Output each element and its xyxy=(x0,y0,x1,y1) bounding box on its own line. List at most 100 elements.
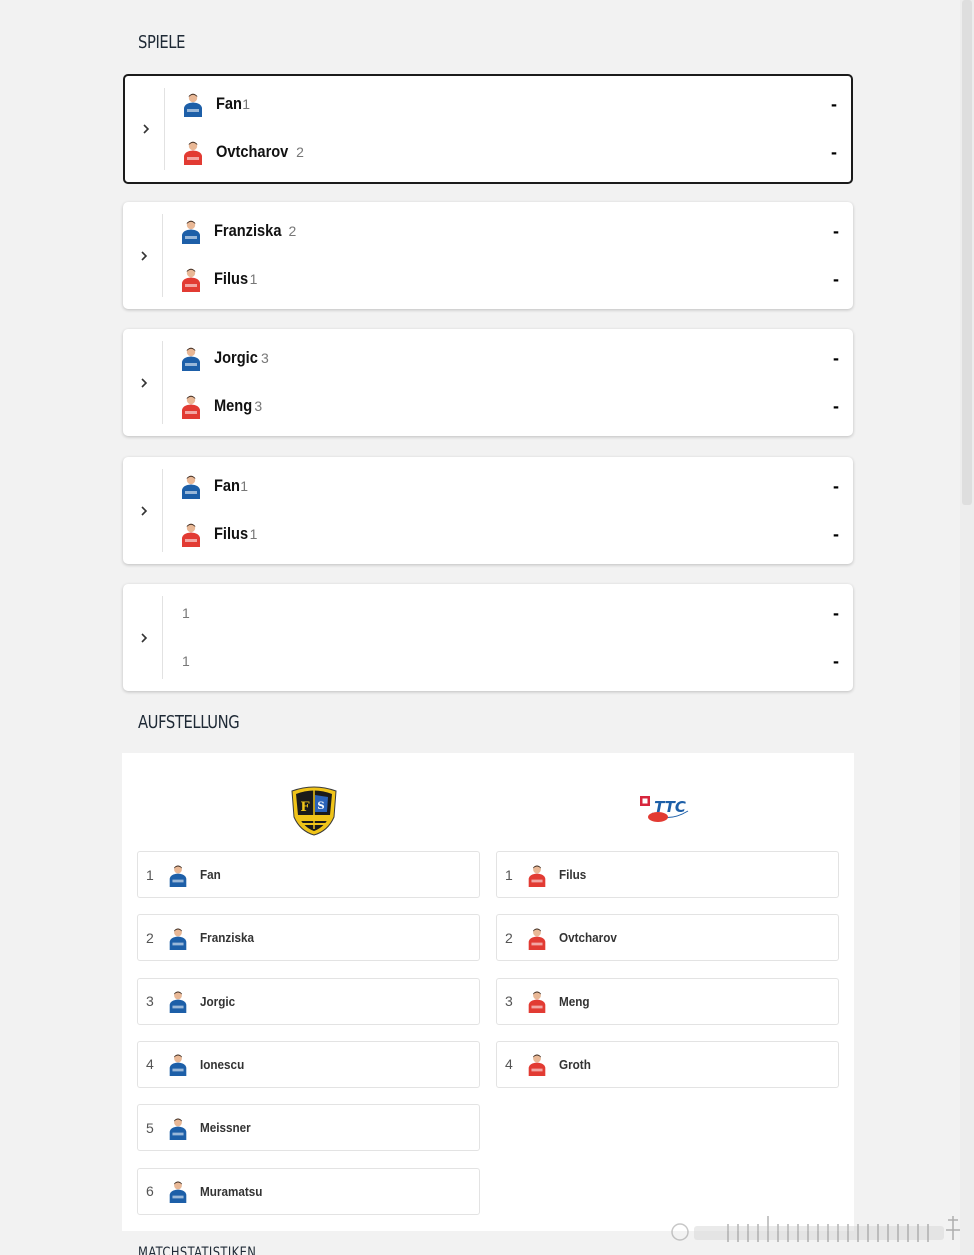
player-avatar-icon xyxy=(525,863,549,887)
lineup-player-name: Groth xyxy=(559,1056,591,1072)
player-avatar-icon xyxy=(178,393,204,419)
away-score: - xyxy=(831,141,837,162)
match-card[interactable]: Jorgic 3- Meng 3- xyxy=(123,329,853,436)
player-position-number: 1 xyxy=(182,653,190,669)
player-position-number: 1 xyxy=(182,605,190,621)
player-avatar-icon xyxy=(178,266,204,292)
match-card[interactable]: 1-1- xyxy=(123,584,853,691)
away-lineup-entry[interactable]: 2 Ovtcharov xyxy=(496,914,839,962)
player-avatar-icon xyxy=(180,91,206,117)
home-lineup-entry[interactable]: 5 Meissner xyxy=(137,1104,480,1152)
player-position-number: 1 xyxy=(240,478,249,494)
player-name: Ovtcharov xyxy=(216,142,289,161)
player-name: Franziska xyxy=(214,221,282,240)
home-lineup-entry[interactable]: 1 Fan xyxy=(137,851,480,898)
games-section-title: SPIELE xyxy=(138,32,186,53)
player-avatar-icon xyxy=(166,989,190,1014)
match-away-player-row: Filus 1 - xyxy=(178,519,839,549)
player-avatar-icon xyxy=(166,1179,190,1203)
chevron-right-icon[interactable] xyxy=(137,504,151,518)
home-lineup-entry[interactable]: 2 Franziska xyxy=(137,914,480,962)
lineup-player-name: Ionescu xyxy=(200,1056,245,1072)
player-avatar-icon xyxy=(166,1116,190,1140)
home-score: - xyxy=(831,93,837,114)
player-position-number: 3 xyxy=(254,398,263,414)
player-avatar-icon xyxy=(178,473,204,499)
match-away-player-row: Filus 1 - xyxy=(178,264,839,294)
lineup-number: 1 xyxy=(146,866,154,883)
away-team-logo: TTC xyxy=(638,793,690,827)
home-team-logo: F S xyxy=(288,785,340,837)
away-lineup-entry[interactable]: 4 Groth xyxy=(496,1040,839,1088)
lineup-number: 3 xyxy=(505,993,513,1010)
card-divider xyxy=(162,214,163,297)
match-away-player-row: Ovtcharov 2 - xyxy=(180,137,837,167)
player-position-number: 1 xyxy=(242,96,251,112)
chevron-right-icon[interactable] xyxy=(137,631,151,645)
lineup-number: 1 xyxy=(505,866,513,883)
match-home-player-row: Franziska 2 - xyxy=(178,216,839,246)
match-home-player-row: Fan 1 - xyxy=(178,471,839,501)
player-name: Fan xyxy=(214,476,241,495)
home-lineup-entry[interactable]: 4 Ionescu xyxy=(137,1040,480,1088)
player-avatar-icon xyxy=(525,989,549,1014)
lineup-panel: F S TTC 1 Fan 2 Franziska 3 Jorgic 4 Ionescu 5 Me… xyxy=(122,753,854,1231)
lineup-number: 2 xyxy=(146,929,154,946)
card-divider xyxy=(162,469,163,552)
lineup-player-name: Jorgic xyxy=(200,993,236,1009)
away-lineup-entry[interactable]: 3 Meng xyxy=(496,977,839,1025)
lineup-number: 5 xyxy=(146,1119,154,1136)
lineup-section-title: AUFSTELLUNG xyxy=(138,712,240,733)
player-avatar-icon xyxy=(166,863,190,887)
lineup-number: 4 xyxy=(146,1056,154,1073)
player-avatar-icon xyxy=(525,1052,549,1077)
card-divider xyxy=(162,596,163,679)
lineup-player-name: Ovtcharov xyxy=(559,930,617,946)
page-scrollbar-thumb[interactable] xyxy=(962,0,972,505)
match-card[interactable]: Fan 1 - Ovtcharov 2 - xyxy=(123,74,853,184)
player-position-number: 3 xyxy=(261,350,269,366)
lineup-player-name: Filus xyxy=(559,867,587,882)
player-name: Fan xyxy=(216,94,243,113)
away-score: - xyxy=(833,395,839,416)
away-lineup-entry[interactable]: 1 Filus xyxy=(496,851,839,898)
home-lineup-entry[interactable]: 3 Jorgic xyxy=(137,977,480,1025)
player-position-number: 1 xyxy=(249,526,258,542)
match-stats-section-title: MATCHSTATISTIKEN xyxy=(138,1245,257,1255)
match-away-player-row: Meng 3 - xyxy=(178,391,839,421)
match-home-player-row: Fan 1 - xyxy=(180,89,837,119)
away-score: - xyxy=(833,268,839,289)
lineup-player-name: Muramatsu xyxy=(200,1183,263,1199)
lineup-player-name: Franziska xyxy=(200,930,254,946)
player-avatar-icon xyxy=(178,218,204,244)
player-avatar-icon xyxy=(180,139,206,165)
player-name: Filus xyxy=(214,524,249,543)
lineup-number: 2 xyxy=(505,929,513,946)
player-avatar-icon xyxy=(166,1052,190,1077)
home-lineup-entry[interactable]: 6 Muramatsu xyxy=(137,1167,480,1215)
match-home-player-row: 1- xyxy=(178,598,839,628)
lineup-player-name: Fan xyxy=(200,867,221,882)
lineup-number: 4 xyxy=(505,1056,513,1073)
away-score: - xyxy=(833,650,839,671)
player-name: Jorgic xyxy=(214,348,258,367)
match-card[interactable]: Franziska 2 - Filus 1 - xyxy=(123,202,853,309)
page-scrollbar[interactable] xyxy=(960,0,974,1255)
player-avatar-icon xyxy=(525,926,549,950)
player-position-number: 1 xyxy=(249,271,258,287)
match-home-player-row: Jorgic 3 - xyxy=(178,343,839,373)
player-name: Meng xyxy=(214,396,253,415)
card-divider xyxy=(164,88,165,170)
chevron-right-icon[interactable] xyxy=(137,376,151,390)
watermark-strip xyxy=(668,1208,964,1248)
lineup-number: 6 xyxy=(146,1183,154,1199)
home-score: - xyxy=(833,347,839,368)
player-position-number: 2 xyxy=(296,144,304,160)
lineup-player-name: Meissner xyxy=(200,1120,251,1136)
lineup-number: 3 xyxy=(146,993,154,1010)
chevron-right-icon[interactable] xyxy=(139,122,153,136)
match-away-player-row: 1- xyxy=(178,646,839,676)
match-card[interactable]: Fan 1- Filus 1- xyxy=(123,457,853,564)
chevron-right-icon[interactable] xyxy=(137,249,151,263)
player-avatar-icon xyxy=(178,345,204,371)
